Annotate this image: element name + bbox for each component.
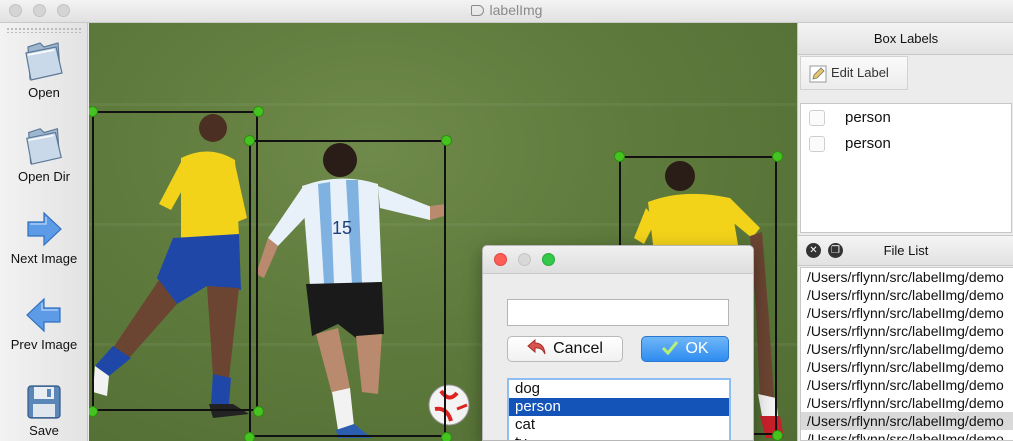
arrow-right-icon — [27, 211, 62, 247]
pencil-icon — [809, 65, 827, 83]
edit-label-button[interactable]: Edit Label — [800, 56, 908, 90]
file-list-header: ✕ ❐ File List — [798, 235, 1013, 266]
file-list-item[interactable]: /Users/rflynn/src/labelImg/demo — [801, 286, 1013, 304]
file-list-item[interactable]: /Users/rflynn/src/labelImg/demo — [801, 430, 1013, 440]
folder-icon — [25, 42, 63, 81]
label-option[interactable]: person — [509, 398, 729, 416]
label-options-list[interactable]: dogpersoncattv — [507, 378, 731, 440]
floppy-disk-icon — [27, 385, 61, 419]
bounding-box-corner-handle[interactable] — [244, 135, 255, 146]
bounding-box-corner-handle[interactable] — [614, 151, 625, 162]
bounding-box[interactable] — [249, 140, 446, 437]
dialog-close-button[interactable] — [494, 253, 507, 266]
open-dir-button[interactable]: Open Dir — [0, 123, 88, 184]
open-button[interactable]: Open — [0, 37, 88, 100]
edit-label-text: Edit Label — [831, 65, 889, 80]
prev-image-button[interactable]: Prev Image — [0, 295, 88, 352]
dialog-minimize-button[interactable] — [518, 253, 531, 266]
right-dock: Box Labels Edit Label person person ✕ ❐ F… — [797, 23, 1013, 441]
ok-button[interactable]: OK — [641, 336, 729, 362]
file-list-item[interactable]: /Users/rflynn/src/labelImg/demo — [801, 394, 1013, 412]
save-button[interactable]: Save — [0, 383, 88, 438]
toolbar-grip[interactable] — [6, 27, 82, 33]
bounding-box-corner-handle[interactable] — [253, 106, 264, 117]
bounding-box-corner-handle[interactable] — [441, 135, 452, 146]
box-labels-header: Box Labels — [798, 23, 1013, 55]
prev-image-label: Prev Image — [10, 337, 78, 352]
file-list: /Users/rflynn/src/labelImg/demo/Users/rf… — [800, 267, 1013, 441]
folder-icon — [26, 127, 62, 165]
file-list-title: File List — [883, 243, 929, 258]
title-bar: labelImg — [0, 0, 1013, 23]
checkmark-icon — [662, 341, 679, 356]
file-list-item[interactable]: /Users/rflynn/src/labelImg/demo — [801, 268, 1013, 286]
bounding-box-corner-handle[interactable] — [441, 432, 452, 441]
ok-label: OK — [685, 340, 709, 357]
label-option[interactable]: dog — [509, 380, 729, 398]
box-label-text: person — [845, 135, 891, 152]
next-image-label: Next Image — [10, 251, 78, 266]
label-input[interactable] — [507, 299, 729, 326]
app-window: labelImg Open Open Dir Next Image Prev I… — [0, 0, 1013, 441]
box-label-checkbox[interactable] — [809, 110, 825, 126]
open-dir-label: Open Dir — [17, 169, 71, 184]
label-option[interactable]: cat — [509, 416, 729, 434]
window-title: labelImg — [0, 2, 1013, 18]
cancel-button[interactable]: Cancel — [507, 336, 623, 362]
grass-stripe — [89, 103, 797, 106]
bounding-box-corner-handle[interactable] — [772, 430, 783, 441]
dialog-title-bar — [483, 246, 753, 274]
next-image-button[interactable]: Next Image — [0, 209, 88, 266]
file-list-item[interactable]: /Users/rflynn/src/labelImg/demo — [801, 376, 1013, 394]
undo-arrow-icon — [527, 338, 546, 355]
box-label-text: person — [845, 109, 891, 126]
save-label: Save — [29, 423, 59, 438]
cancel-label: Cancel — [553, 340, 603, 357]
open-label: Open — [28, 85, 60, 100]
bounding-box[interactable] — [92, 111, 258, 411]
label-dialog: Cancel OK dogpersoncattv — [482, 245, 754, 441]
file-list-item[interactable]: /Users/rflynn/src/labelImg/demo — [801, 304, 1013, 322]
dialog-zoom-button[interactable] — [542, 253, 555, 266]
toolbar: Open Open Dir Next Image Prev Image Save — [0, 23, 88, 441]
file-list-item[interactable]: /Users/rflynn/src/labelImg/demo — [801, 322, 1013, 340]
bounding-box-corner-handle[interactable] — [244, 432, 255, 441]
label-option[interactable]: tv — [509, 434, 729, 440]
file-list-item[interactable]: /Users/rflynn/src/labelImg/demo — [801, 412, 1013, 430]
file-list-item[interactable]: /Users/rflynn/src/labelImg/demo — [801, 340, 1013, 358]
box-labels-list: person person — [800, 103, 1012, 233]
arrow-left-icon — [26, 297, 61, 333]
document-icon — [470, 5, 484, 16]
file-list-item[interactable]: /Users/rflynn/src/labelImg/demo — [801, 358, 1013, 376]
bounding-box-corner-handle[interactable] — [772, 151, 783, 162]
box-label-checkbox[interactable] — [809, 136, 825, 152]
